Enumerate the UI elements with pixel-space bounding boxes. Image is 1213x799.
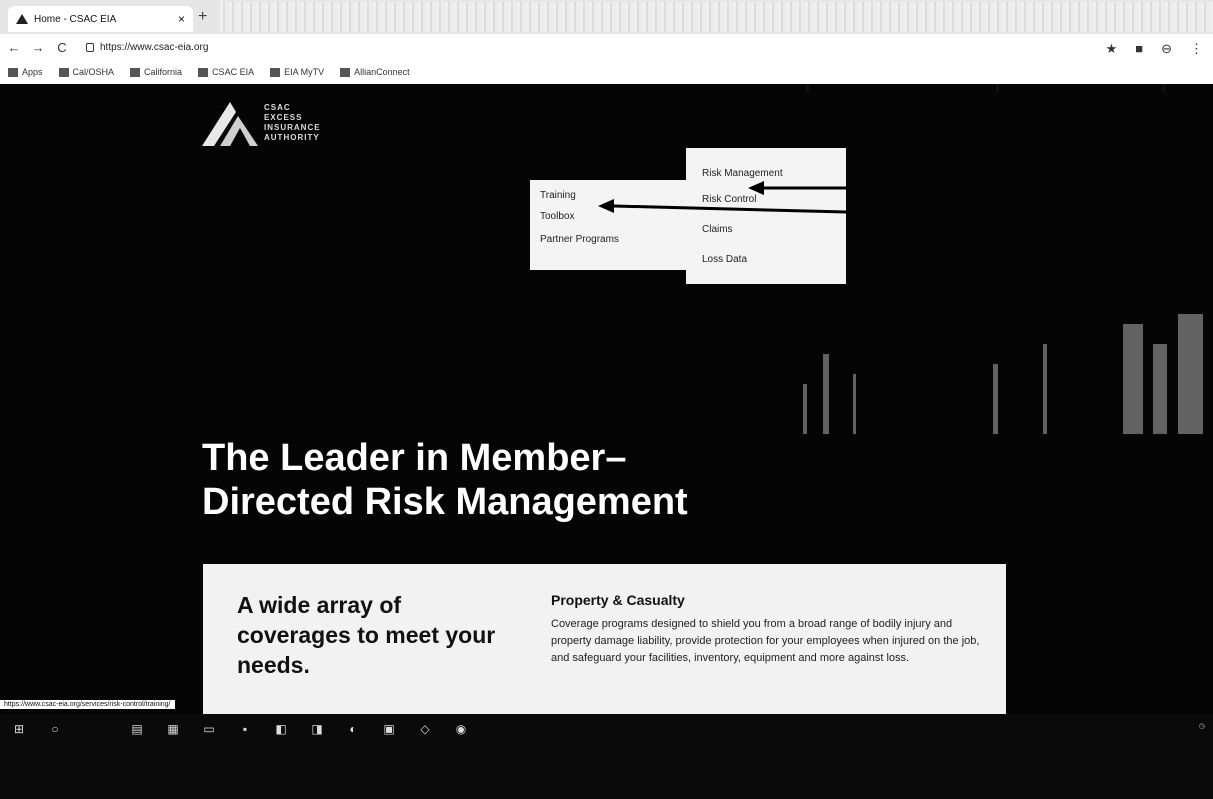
- annotation-line: [1162, 84, 1165, 92]
- logo-mark-icon: [202, 102, 258, 146]
- browser-tabstrip: Home - CSAC EIA × +: [0, 0, 1213, 34]
- coverage-card: A wide array of coverages to meet your n…: [203, 564, 1006, 714]
- bookmark-label: CSAC EIA: [212, 67, 255, 77]
- calculator-icon[interactable]: ▦: [162, 722, 184, 740]
- city-skyline-image: [803, 314, 1203, 434]
- bookmark-label: AllianConnect: [354, 67, 410, 77]
- profile-icon[interactable]: ⊖: [1161, 41, 1172, 57]
- status-url: https://www.csac-eia.org/services/risk-c…: [0, 700, 175, 709]
- arrow-head-icon: [748, 181, 764, 195]
- bookmark-icon: [270, 67, 281, 77]
- favicon-icon: [16, 14, 28, 24]
- search-icon[interactable]: ○: [44, 722, 66, 740]
- file-explorer-icon[interactable]: ▤: [126, 722, 148, 740]
- chrome-icon[interactable]: ◉: [450, 722, 472, 740]
- menu-item-loss-data[interactable]: Loss Data: [702, 254, 747, 265]
- menu-icon[interactable]: ⋮: [1190, 41, 1203, 57]
- tab-close-icon[interactable]: ×: [178, 12, 185, 26]
- windows-start-icon[interactable]: ⊞: [8, 722, 30, 740]
- status-bar: https://www.csac-eia.org/services/risk-c…: [0, 700, 1213, 714]
- bookmark-eia-mytv[interactable]: EIA MyTV: [270, 67, 324, 77]
- submenu-item-toolbox[interactable]: Toolbox: [540, 211, 574, 222]
- logo-line: CSAC: [264, 103, 291, 112]
- forward-button[interactable]: →: [28, 40, 48, 55]
- coverage-card-title: A wide array of coverages to meet your n…: [237, 592, 496, 678]
- logo-line: INSURANCE: [264, 123, 321, 132]
- headline-line: Directed Risk Management: [202, 481, 688, 523]
- bookmark-label: EIA MyTV: [284, 67, 325, 77]
- annotation-line: [806, 84, 809, 92]
- reload-button[interactable]: C: [52, 40, 72, 55]
- property-casualty-description: Coverage programs designed to shield you…: [551, 618, 980, 664]
- browser-tab[interactable]: Home - CSAC EIA ×: [8, 6, 193, 32]
- lock-icon: [86, 42, 94, 52]
- star-icon[interactable]: ★: [1106, 41, 1118, 57]
- submenu-item-training[interactable]: Training: [540, 190, 576, 201]
- outlook-icon[interactable]: ◧: [270, 722, 292, 740]
- os-taskbar: ⊞ ○ ▤ ▦ ▭ ▪ ◧ ◨ ◐ ▣ ◇ ◉ ◷: [0, 714, 1213, 799]
- app-icon[interactable]: ▭: [198, 722, 220, 740]
- clock-icon: ◷: [1198, 723, 1205, 730]
- bookmark-icon: [340, 67, 351, 77]
- excel-icon[interactable]: ◨: [306, 722, 328, 740]
- menu-item-claims[interactable]: Claims: [702, 224, 733, 235]
- tabstrip-noise: [220, 2, 1213, 32]
- url-text: https://www.csac-eia.org: [100, 41, 209, 53]
- annotation-line: [996, 84, 999, 92]
- bookmark-apps[interactable]: Apps: [8, 67, 43, 77]
- site-logo[interactable]: CSAC EXCESS INSURANCE AUTHORITY: [200, 92, 350, 154]
- tab-title: Home - CSAC EIA: [34, 13, 117, 25]
- address-bar: ← → C https://www.csac-eia.org ★ ■ ⊖ ⋮: [0, 34, 1213, 60]
- property-casualty-title[interactable]: Property & Casualty: [551, 592, 685, 608]
- bookmarks-bar: Apps Cal/OSHA California CSAC EIA EIA My…: [0, 60, 1213, 84]
- bookmark-california[interactable]: California: [130, 67, 182, 77]
- powerpoint-icon[interactable]: ▪: [234, 722, 256, 740]
- logo-text: CSAC EXCESS INSURANCE AUTHORITY: [264, 103, 321, 143]
- back-button[interactable]: ←: [4, 40, 24, 55]
- extension-icon[interactable]: ■: [1135, 41, 1143, 57]
- toolbar-icons: ★ ■ ⊖ ⋮: [1106, 41, 1203, 57]
- bookmark-icon: [58, 67, 69, 77]
- bookmark-allianconnect[interactable]: AllianConnect: [340, 67, 410, 77]
- edge-icon[interactable]: ◐: [342, 722, 364, 740]
- submenu-item-partner-programs[interactable]: Partner Programs: [540, 234, 619, 245]
- url-field[interactable]: https://www.csac-eia.org: [86, 42, 208, 53]
- logo-line: EXCESS: [264, 113, 303, 122]
- annotation-arrows: [598, 181, 847, 214]
- system-tray: ◷: [1199, 722, 1205, 731]
- app-icon[interactable]: ◇: [414, 722, 436, 740]
- headline-line: The Leader in Member–: [202, 437, 627, 479]
- logo-line: AUTHORITY: [264, 133, 320, 142]
- hero-section: CSAC EXCESS INSURANCE AUTHORITY Training…: [0, 84, 1213, 714]
- bookmark-csac-eia[interactable]: CSAC EIA: [198, 67, 254, 77]
- bookmark-icon: [198, 67, 209, 77]
- bookmark-icon: [130, 67, 141, 77]
- bookmark-calosha[interactable]: Cal/OSHA: [58, 67, 115, 77]
- bookmark-label: California: [144, 67, 183, 77]
- hero-headline: The Leader in Member– Directed Risk Mana…: [202, 436, 802, 524]
- bookmark-label: Apps: [22, 67, 43, 77]
- apps-grid-icon: [8, 67, 18, 77]
- app-icon[interactable]: ▣: [378, 722, 400, 740]
- bookmark-label: Cal/OSHA: [72, 67, 115, 77]
- new-tab-button[interactable]: +: [198, 8, 207, 26]
- arrow-head-icon: [598, 199, 614, 213]
